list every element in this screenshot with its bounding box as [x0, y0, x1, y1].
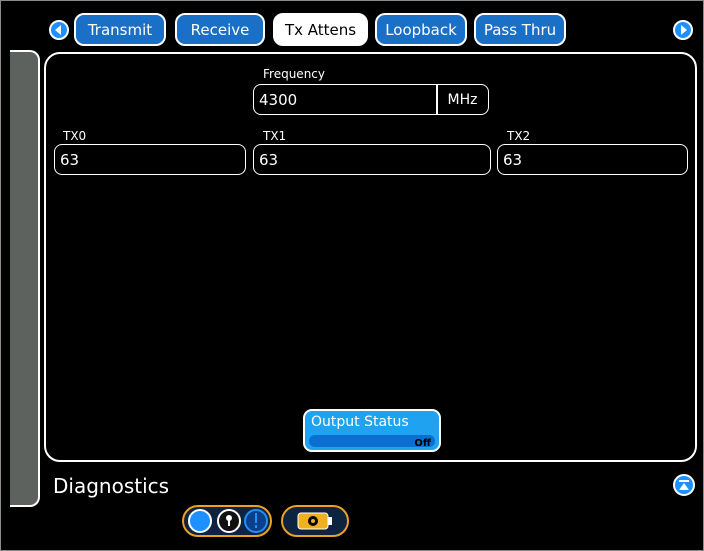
arrow-left-icon: [55, 25, 61, 35]
next-tab-button[interactable]: [673, 20, 693, 40]
tab-pass-thru[interactable]: Pass Thru: [474, 13, 566, 46]
output-status-label: Output Status: [311, 414, 409, 430]
frequency-unit: MHz: [436, 84, 489, 115]
tx1-input[interactable]: 63: [253, 144, 491, 175]
frequency-input[interactable]: 4300: [253, 84, 438, 115]
battery-icon: [297, 512, 332, 530]
tx2-label: TX2: [507, 129, 531, 143]
tab-loopback[interactable]: Loopback: [375, 13, 467, 46]
tx2-input[interactable]: 63: [497, 144, 688, 175]
tx0-input[interactable]: 63: [54, 144, 246, 175]
prev-tab-button[interactable]: [49, 20, 69, 40]
frequency-label: Frequency: [263, 67, 325, 81]
output-status-value: Off: [414, 438, 431, 449]
tab-transmit[interactable]: Transmit: [74, 13, 166, 46]
side-drawer-handle[interactable]: [10, 50, 40, 507]
tab-receive[interactable]: Receive: [175, 13, 265, 46]
footer-title: Diagnostics: [53, 474, 170, 498]
arrow-right-icon: [681, 25, 687, 35]
collapse-footer-button[interactable]: [673, 474, 695, 496]
tab-tx-attens[interactable]: Tx Attens: [273, 13, 368, 46]
output-status-toggle[interactable]: Output Status Off: [303, 409, 441, 452]
status-indicators[interactable]: [182, 505, 272, 537]
collapse-up-icon: [679, 480, 689, 490]
tx1-label: TX1: [263, 129, 287, 143]
tx0-label: TX0: [63, 129, 87, 143]
status-icons: [188, 509, 268, 533]
connection-icon: [188, 509, 212, 533]
battery-indicator[interactable]: [281, 505, 349, 537]
